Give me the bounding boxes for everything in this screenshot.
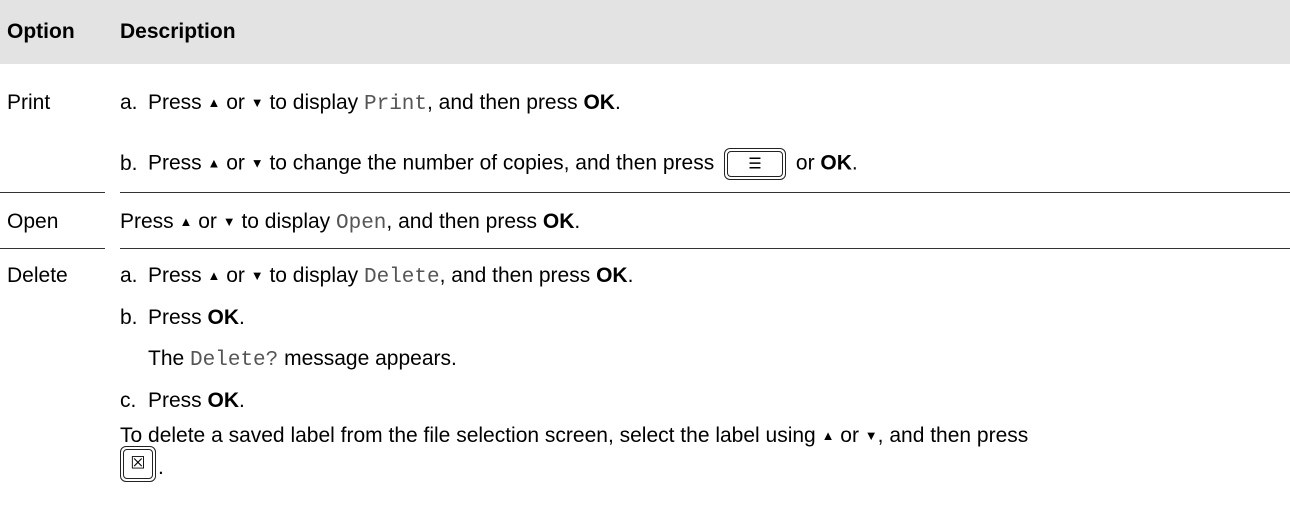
print-step-a: a. Press ▲ or ▼ to display Print, and the…	[120, 91, 621, 116]
lcd-text-delete-prompt: Delete?	[190, 349, 279, 372]
option-open: Open	[7, 210, 59, 233]
step-marker: b.	[120, 306, 138, 329]
open-step: Press ▲ or ▼ to display Open, and then p…	[120, 210, 581, 235]
up-arrow-icon: ▲	[179, 214, 193, 229]
step-marker: a.	[120, 264, 138, 287]
lcd-text-delete: Delete	[364, 266, 440, 289]
option-delete: Delete	[7, 264, 68, 287]
down-arrow-icon: ▼	[250, 95, 264, 110]
ok-key-label: OK	[542, 210, 575, 233]
up-arrow-icon: ▲	[207, 155, 221, 171]
ok-key-label: OK	[207, 306, 240, 329]
down-arrow-icon: ▼	[864, 428, 878, 443]
ok-key-label: OK	[583, 91, 615, 114]
delete-message-note: The Delete? message appears.	[148, 347, 457, 372]
row-divider	[0, 192, 105, 193]
down-arrow-icon: ▼	[222, 214, 236, 229]
option-print: Print	[7, 91, 51, 114]
header-option: Option	[7, 20, 75, 43]
up-arrow-icon: ▲	[821, 428, 835, 443]
step-marker: b.	[120, 151, 138, 175]
up-arrow-icon: ▲	[207, 95, 221, 110]
step-marker: a.	[120, 91, 138, 114]
up-arrow-icon: ▲	[207, 268, 221, 283]
ok-key-label: OK	[596, 264, 628, 287]
ok-key-label: OK	[820, 151, 852, 175]
delete-step-b: b. Press OK.	[120, 306, 245, 329]
delete-note: To delete a saved label from the file se…	[120, 424, 1029, 447]
row-divider	[120, 192, 1290, 193]
print-step-b: b. Press ▲ or ▼ to change the number of c…	[120, 148, 858, 180]
lcd-text-print: Print	[364, 93, 428, 116]
delete-step-a: a. Press ▲ or ▼ to display Delete, and th…	[120, 264, 634, 289]
ok-key-label: OK	[207, 389, 240, 412]
lcd-text-open: Open	[336, 212, 387, 235]
table-header: Option Description	[0, 0, 1290, 64]
step-marker: c.	[120, 389, 137, 412]
header-description: Description	[120, 20, 236, 43]
row-divider	[120, 248, 1290, 249]
down-arrow-icon: ▼	[250, 155, 264, 171]
note-period: .	[158, 456, 164, 479]
row-divider	[0, 248, 105, 249]
delete-button-icon: ☒	[120, 446, 156, 482]
delete-step-c: c. Press OK.	[120, 389, 245, 412]
print-button-icon: ☰	[724, 148, 787, 180]
down-arrow-icon: ▼	[250, 268, 264, 283]
